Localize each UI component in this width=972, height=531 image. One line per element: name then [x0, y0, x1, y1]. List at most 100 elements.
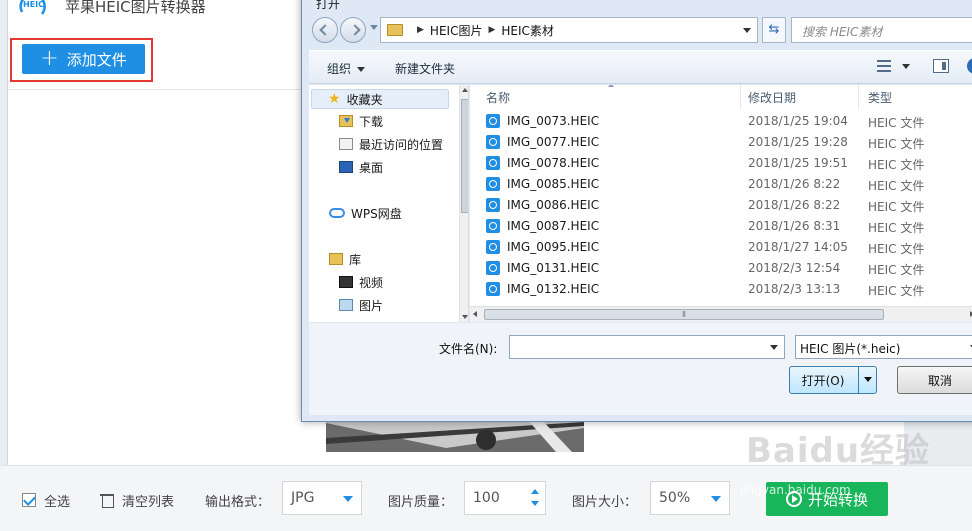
address-bar[interactable]: ▶ HEIC图片 ▶ HEIC素材 [380, 17, 758, 43]
nav-favorites[interactable]: ★ 收藏夹 [311, 89, 449, 109]
recent-locations-dropdown[interactable] [370, 25, 378, 30]
back-button[interactable] [312, 17, 338, 43]
new-folder-button[interactable]: 新建文件夹 [395, 60, 455, 77]
file-name: IMG_0087.HEIC [507, 219, 600, 233]
nav-recent-label: 最近访问的位置 [359, 137, 444, 152]
scroll-thumb[interactable]: ⦀ [484, 309, 884, 320]
file-row[interactable]: IMG_0086.HEIC 2018/1/26 8:22 HEIC 文件 [470, 195, 970, 216]
heic-file-icon [486, 114, 500, 128]
nav-downloads-label: 下载 [359, 114, 384, 129]
nav-scrollbar[interactable] [459, 85, 468, 322]
start-convert-label: 开始转换 [807, 490, 868, 509]
column-separator[interactable] [858, 85, 859, 109]
nav-desktop-label: 桌面 [359, 160, 384, 175]
nav-recent[interactable]: 最近访问的位置 [339, 134, 443, 154]
organize-label: 组织 [327, 62, 352, 76]
nav-wps-label: WPS网盘 [351, 206, 402, 221]
output-format-label: 输出格式： [205, 494, 271, 510]
cancel-button[interactable]: 取消 [897, 366, 972, 394]
svg-text:HEIC: HEIC [23, 0, 44, 9]
file-row[interactable]: IMG_0077.HEIC 2018/1/25 19:28 HEIC 文件 [470, 132, 970, 153]
quality-stepper[interactable]: 100 [464, 481, 546, 515]
dialog-title: 打开 [316, 0, 341, 11]
scroll-thumb[interactable] [461, 99, 468, 213]
nav-wps-cloud[interactable]: WPS网盘 [329, 203, 402, 223]
filetype-select[interactable]: HEIC 图片(*.heic) [795, 335, 972, 359]
file-row[interactable]: IMG_0131.HEIC 2018/2/3 12:54 HEIC 文件 [470, 258, 970, 279]
nav-videos-label: 视频 [359, 275, 384, 290]
nav-videos[interactable]: 视频 [339, 272, 383, 292]
start-convert-button[interactable]: 开始转换 [766, 482, 888, 516]
recent-places-icon [339, 138, 353, 150]
file-name: IMG_0131.HEIC [507, 261, 600, 275]
file-row[interactable]: IMG_0095.HEIC 2018/1/27 14:05 HEIC 文件 [470, 237, 970, 258]
file-row[interactable]: IMG_0085.HEIC 2018/1/26 8:22 HEIC 文件 [470, 174, 970, 195]
trash-icon [100, 493, 114, 508]
app-titlebar: HEIC 苹果HEIC图片转换器 [8, 0, 308, 24]
scroll-left-icon[interactable] [473, 311, 477, 317]
file-modified: 2018/1/25 19:04 [748, 114, 848, 128]
organize-menu[interactable]: 组织 [327, 60, 366, 77]
heic-file-icon [486, 156, 500, 170]
toolbar-divider [8, 89, 304, 90]
file-modified: 2018/2/3 13:13 [748, 282, 841, 296]
output-format-value: JPG [291, 490, 315, 506]
add-file-button[interactable]: + 添加文件 [22, 44, 145, 74]
open-options-dropdown[interactable] [858, 366, 877, 394]
file-modified: 2018/2/3 12:54 [748, 261, 841, 275]
select-all-checkbox[interactable]: 全选 [22, 486, 70, 514]
heic-file-icon [486, 240, 500, 254]
column-separator[interactable] [740, 85, 741, 109]
nav-downloads[interactable]: 下载 [339, 111, 383, 131]
file-type: HEIC 文件 [868, 200, 925, 214]
forward-button[interactable] [340, 17, 366, 43]
view-options-icon[interactable] [877, 60, 891, 72]
scroll-down-icon[interactable] [462, 315, 468, 319]
column-header-name[interactable]: 名称 [486, 87, 510, 109]
picture-library-icon [339, 299, 353, 311]
help-icon[interactable]: ? [967, 58, 972, 74]
nav-library[interactable]: 库 [329, 249, 361, 269]
scroll-up-icon[interactable] [462, 88, 468, 92]
column-header-type[interactable]: 类型 [868, 87, 892, 109]
column-header-modified[interactable]: 修改日期 [748, 87, 796, 109]
chevron-down-icon[interactable] [770, 345, 778, 350]
filename-input[interactable] [509, 335, 785, 359]
breadcrumb-heic-assets[interactable]: HEIC素材 [501, 22, 554, 39]
output-format-select[interactable]: JPG [282, 481, 362, 515]
breadcrumb-heic-images[interactable]: HEIC图片 [430, 22, 483, 39]
chevron-down-icon [343, 496, 353, 502]
file-type: HEIC 文件 [868, 137, 925, 151]
file-modified: 2018/1/25 19:51 [748, 156, 848, 170]
quality-value: 100 [473, 490, 500, 506]
address-bar-row: ▶ HEIC图片 ▶ HEIC素材 ⇆ 搜索 HEIC素材 [310, 13, 972, 47]
preview-pane-icon[interactable] [933, 59, 949, 73]
view-dropdown-icon[interactable] [902, 64, 910, 69]
nav-desktop[interactable]: 桌面 [339, 157, 383, 177]
file-type: HEIC 文件 [868, 179, 925, 193]
search-input[interactable]: 搜索 HEIC素材 [791, 17, 972, 43]
size-select[interactable]: 50% [650, 481, 730, 515]
file-row[interactable]: IMG_0078.HEIC 2018/1/25 19:51 HEIC 文件 [470, 153, 970, 174]
refresh-button[interactable]: ⇆ [762, 17, 786, 43]
nav-library-label: 库 [349, 252, 362, 267]
stepper-down-icon[interactable] [531, 501, 539, 506]
plus-icon: + [40, 46, 59, 71]
folder-icon [387, 24, 403, 36]
file-type: HEIC 文件 [868, 242, 925, 256]
stepper-up-icon[interactable] [531, 489, 539, 494]
filetype-value: HEIC 图片(*.heic) [800, 342, 901, 356]
file-modified: 2018/1/26 8:22 [748, 177, 841, 191]
horizontal-scrollbar[interactable]: ⦀ [470, 306, 972, 322]
nav-pictures[interactable]: 图片 [339, 295, 383, 315]
clear-list-button[interactable]: 清空列表 [100, 486, 174, 514]
file-type: HEIC 文件 [868, 158, 925, 172]
file-name: IMG_0073.HEIC [507, 114, 600, 128]
address-dropdown-icon[interactable] [743, 28, 751, 33]
heic-file-icon [486, 282, 500, 296]
file-row[interactable]: IMG_0132.HEIC 2018/2/3 13:13 HEIC 文件 [470, 279, 970, 300]
file-row[interactable]: IMG_0073.HEIC 2018/1/25 19:04 HEIC 文件 [470, 111, 970, 132]
open-label: 打开(O) [801, 373, 845, 388]
bottom-bar: 全选 清空列表 输出格式： JPG 图片质量： 100 图片大小： 50% 开始… [0, 465, 972, 531]
file-row[interactable]: IMG_0087.HEIC 2018/1/26 8:31 HEIC 文件 [470, 216, 970, 237]
